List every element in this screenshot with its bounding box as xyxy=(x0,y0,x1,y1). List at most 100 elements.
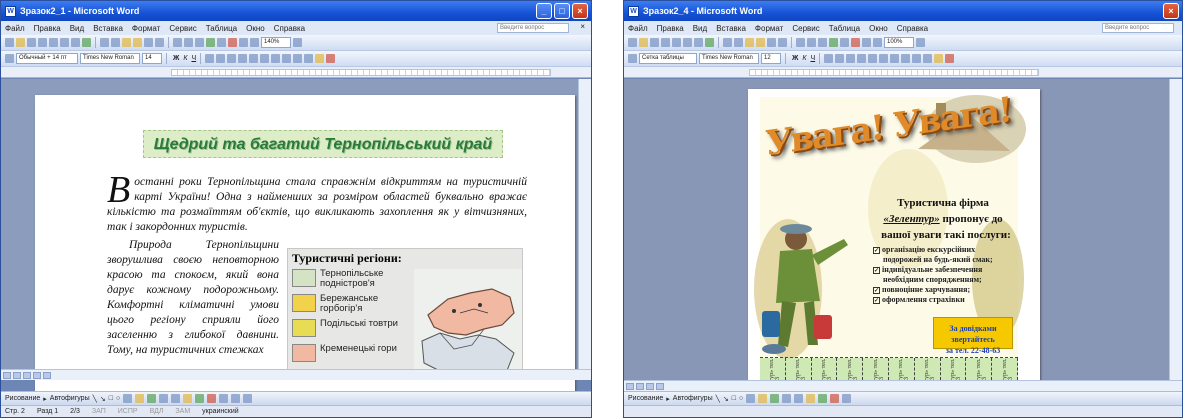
normal-view-icon[interactable] xyxy=(3,371,11,379)
preview-icon[interactable] xyxy=(694,38,703,47)
menu-help[interactable]: Справка xyxy=(897,24,928,33)
font-size-combo[interactable]: 14 xyxy=(142,53,162,64)
fill-color-icon[interactable] xyxy=(806,394,816,403)
oval-icon[interactable]: ○ xyxy=(116,395,120,402)
horizontal-ruler[interactable] xyxy=(1,67,591,78)
tables-borders-icon[interactable] xyxy=(184,38,193,47)
drawing-icon[interactable] xyxy=(228,38,237,47)
permission-icon[interactable] xyxy=(38,38,47,47)
arrow-icon[interactable]: ↘ xyxy=(723,395,729,403)
fill-color-icon[interactable] xyxy=(183,394,193,403)
line-style-icon[interactable] xyxy=(842,394,852,403)
status-rec[interactable]: ЗАП xyxy=(92,408,106,415)
status-trk[interactable]: ИСПР xyxy=(118,408,138,415)
clipart-icon[interactable] xyxy=(782,394,792,403)
paste-icon[interactable] xyxy=(122,38,131,47)
insert-excel-icon[interactable] xyxy=(206,38,215,47)
align-right-icon[interactable] xyxy=(846,54,856,63)
menu-file[interactable]: Файл xyxy=(5,24,25,33)
cut-icon[interactable] xyxy=(100,38,109,47)
menu-help[interactable]: Справка xyxy=(274,24,305,33)
diagram-icon[interactable] xyxy=(770,394,780,403)
highlight-icon[interactable] xyxy=(315,54,325,63)
document-page[interactable]: Увага! Увага! Туристична фірма «Зелентур… xyxy=(748,89,1040,395)
rectangle-icon[interactable]: □ xyxy=(732,395,736,402)
font-color-icon[interactable] xyxy=(326,54,336,63)
maximize-button[interactable]: □ xyxy=(554,3,570,19)
menu-view[interactable]: Вид xyxy=(70,24,84,33)
bullets-icon[interactable] xyxy=(271,54,281,63)
diagram-icon[interactable] xyxy=(147,394,157,403)
vertical-scrollbar[interactable] xyxy=(1169,79,1182,380)
menu-table[interactable]: Таблица xyxy=(829,24,860,33)
line-style-icon[interactable] xyxy=(219,394,229,403)
highlight-icon[interactable] xyxy=(934,54,944,63)
drawing-icon[interactable] xyxy=(851,38,860,47)
line-spacing-icon[interactable] xyxy=(868,54,878,63)
menu-view[interactable]: Вид xyxy=(693,24,707,33)
horizontal-scrollbar[interactable] xyxy=(1,369,591,380)
style-combo[interactable]: Сетка таблицы xyxy=(639,53,697,64)
insert-table-icon[interactable] xyxy=(195,38,204,47)
cut-icon[interactable] xyxy=(723,38,732,47)
email-icon[interactable] xyxy=(49,38,58,47)
print-icon[interactable] xyxy=(60,38,69,47)
underline-icon[interactable]: Ч xyxy=(810,55,815,62)
close-button[interactable]: × xyxy=(572,3,588,19)
copy-icon[interactable] xyxy=(111,38,120,47)
outline-view-icon[interactable] xyxy=(656,382,664,390)
line-color-icon[interactable] xyxy=(818,394,828,403)
textbox-icon[interactable] xyxy=(123,394,133,403)
increase-indent-icon[interactable] xyxy=(912,54,922,63)
menu-window[interactable]: Окно xyxy=(869,24,888,33)
close-button[interactable]: × xyxy=(1163,3,1179,19)
title-bar[interactable]: W Зразок2_4 - Microsoft Word × xyxy=(624,1,1182,21)
align-left-icon[interactable] xyxy=(824,54,834,63)
autoshapes-menu[interactable]: Автофигуры xyxy=(50,395,90,402)
draw-menu[interactable]: Рисование xyxy=(628,395,663,402)
menu-insert[interactable]: Вставка xyxy=(716,24,746,33)
copy-icon[interactable] xyxy=(734,38,743,47)
decrease-indent-icon[interactable] xyxy=(901,54,911,63)
align-center-icon[interactable] xyxy=(216,54,226,63)
bullets-icon[interactable] xyxy=(890,54,900,63)
picture-icon[interactable] xyxy=(171,394,181,403)
horizontal-ruler[interactable] xyxy=(624,67,1182,78)
help-question-input[interactable]: Введите вопрос xyxy=(497,23,569,33)
italic-icon[interactable]: К xyxy=(183,55,187,62)
menu-window[interactable]: Окно xyxy=(246,24,265,33)
numbering-icon[interactable] xyxy=(260,54,270,63)
horizontal-scrollbar[interactable] xyxy=(624,380,1182,391)
menu-table[interactable]: Таблица xyxy=(206,24,237,33)
minimize-button[interactable]: _ xyxy=(536,3,552,19)
textbox-icon[interactable] xyxy=(746,394,756,403)
line-icon[interactable]: ╲ xyxy=(716,395,720,403)
justify-icon[interactable] xyxy=(857,54,867,63)
show-hide-icon[interactable] xyxy=(873,38,882,47)
numbering-icon[interactable] xyxy=(879,54,889,63)
format-painter-icon[interactable] xyxy=(133,38,142,47)
contact-box[interactable]: За довідками звертайтесь за тел. 22-48-6… xyxy=(933,317,1013,355)
save-icon[interactable] xyxy=(27,38,36,47)
font-color-draw-icon[interactable] xyxy=(207,394,217,403)
help-question-input[interactable]: Введите вопрос xyxy=(1102,23,1174,33)
hyperlink-icon[interactable] xyxy=(173,38,182,47)
font-size-combo[interactable]: 12 xyxy=(761,53,781,64)
wordart-icon[interactable] xyxy=(135,394,145,403)
align-center-icon[interactable] xyxy=(835,54,845,63)
document-page[interactable]: Щедрий та багатий Тернопільський край Во… xyxy=(35,95,575,395)
zoom-combo[interactable]: 100% xyxy=(884,37,914,48)
line-icon[interactable]: ╲ xyxy=(93,395,97,403)
shadow-icon[interactable] xyxy=(231,394,241,403)
web-view-icon[interactable] xyxy=(13,371,21,379)
menu-file[interactable]: Файл xyxy=(628,24,648,33)
justify-icon[interactable] xyxy=(238,54,248,63)
decrease-indent-icon[interactable] xyxy=(282,54,292,63)
new-document-icon[interactable] xyxy=(628,38,637,47)
menu-tools[interactable]: Сервис xyxy=(169,24,196,33)
styles-pane-icon[interactable] xyxy=(5,54,14,63)
style-combo[interactable]: Обычный + 14 пт xyxy=(16,53,78,64)
undo-icon[interactable] xyxy=(767,38,776,47)
picture-icon[interactable] xyxy=(794,394,804,403)
spelling-icon[interactable] xyxy=(705,38,714,47)
